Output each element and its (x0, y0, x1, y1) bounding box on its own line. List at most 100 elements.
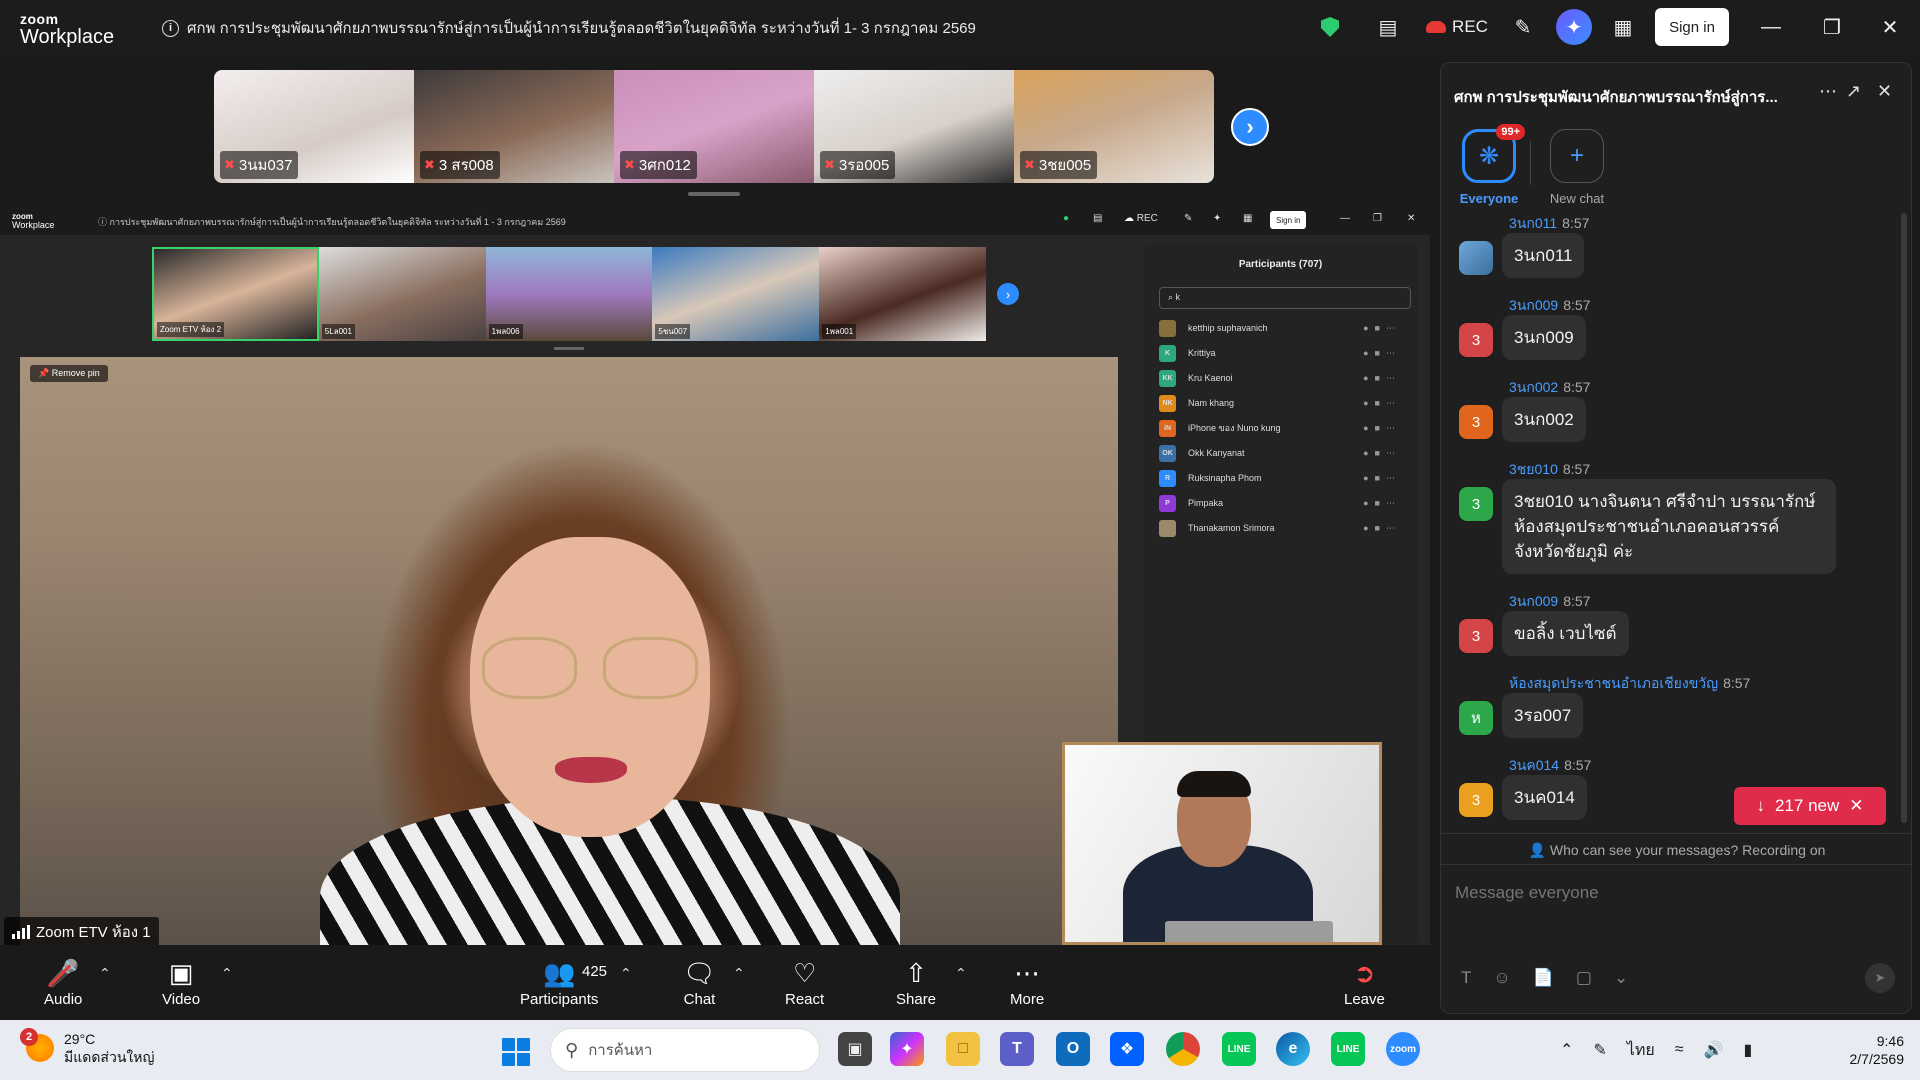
send-icon[interactable]: ➤ (1865, 963, 1895, 993)
pop-out-icon[interactable]: ↗ (1846, 81, 1861, 102)
dropbox-icon[interactable]: ❖ (1110, 1032, 1144, 1066)
shared-tile-name: 1พล001 (822, 324, 857, 339)
message-time: 8:57 (1563, 593, 1591, 609)
shared-participant-row: KK Kru Kaenoi ●■⋯ (1159, 367, 1409, 389)
message-input[interactable] (1455, 873, 1895, 913)
close-chat-icon[interactable]: ✕ (1877, 81, 1892, 102)
chat-button[interactable]: 🗨 Chat (683, 955, 716, 1009)
shared-video-tile: Zoom ETV ห้อง 2 (152, 247, 319, 341)
emoji-icon[interactable]: ☺ (1493, 968, 1510, 988)
floating-video-tile[interactable] (1062, 742, 1382, 945)
message-sender: 3นค014 (1509, 757, 1560, 773)
file-explorer-icon[interactable]: □ (946, 1032, 980, 1066)
cloud-recording-indicator[interactable]: REC (1416, 0, 1498, 54)
gallery-strip: ✖ 3นม037 ✖ 3 สร008 ✖ 3ศก012 ✖ 3รอ005 ✖ 3ชย005 (214, 70, 1214, 183)
shared-screen: zoom Workplace ⓘ การประชุมพัฒนาศักยภาพบร… (0, 205, 1430, 945)
outlook-icon[interactable]: O (1056, 1032, 1090, 1066)
shared-sign-in: Sign in (1270, 211, 1307, 229)
pinned-speaker-video[interactable]: 📌 Remove pin (20, 357, 1118, 945)
participant-name: Ruksinapha Phom (1188, 473, 1262, 483)
security-shield-icon[interactable] (1300, 0, 1360, 54)
video-tile[interactable]: ✖ 3 สร008 (414, 70, 614, 183)
dismiss-new-icon[interactable]: ✕ (1849, 796, 1863, 816)
info-icon[interactable]: i (162, 19, 179, 37)
edge-icon[interactable]: e (1276, 1032, 1310, 1066)
close-window-icon[interactable]: ✕ (1860, 0, 1920, 54)
chat-options-chevron-icon[interactable]: ⌃ (733, 965, 745, 982)
audio-button[interactable]: 🎤 Audio (44, 955, 82, 1009)
video-tile[interactable]: ✖ 3ชย005 (1014, 70, 1214, 183)
gallery-resize-handle[interactable] (688, 192, 740, 196)
teams-icon[interactable]: T (1000, 1032, 1034, 1066)
ai-companion-button[interactable]: ✦ (1548, 0, 1600, 54)
windows-start-icon[interactable] (502, 1038, 530, 1066)
title-bar-actions: ▤ REC ✎ ✦ ▦ Sign in — ❐ ✕ (1300, 0, 1920, 54)
participants-options-chevron-icon[interactable]: ⌃ (620, 965, 632, 982)
more-button[interactable]: ⋯ More (1010, 955, 1044, 1009)
volume-icon[interactable]: 🔊 (1704, 1040, 1724, 1060)
screenshot-icon[interactable]: ▢ (1576, 968, 1592, 988)
message-bubble: 3นก011 (1502, 233, 1585, 278)
chat-scrollbar[interactable] (1901, 213, 1907, 823)
react-button[interactable]: ♡ React (785, 955, 824, 1009)
video-tile[interactable]: ✖ 3รอ005 (814, 70, 1014, 183)
chat-more-icon[interactable]: ⋯ (1819, 81, 1837, 102)
battery-icon[interactable]: ▮ (1743, 1040, 1752, 1060)
shared-logo-workplace: Workplace (12, 220, 55, 230)
whiteboard-pen-icon[interactable]: ✎ (1498, 0, 1548, 54)
shared-video-tile: 5ชน007 (652, 247, 820, 341)
chat-label: Chat (683, 991, 716, 1008)
message-bubble: 3นก002 (1502, 397, 1586, 442)
notes-icon[interactable]: ▤ (1360, 0, 1416, 54)
cloud-record-icon (1426, 21, 1447, 33)
video-button[interactable]: ▣ Video (162, 955, 200, 1009)
share-button[interactable]: ⇧ Share (896, 955, 936, 1009)
participants-label: Participants (520, 991, 599, 1008)
apps-grid-icon[interactable]: ▦ (1600, 0, 1646, 54)
sign-in-button[interactable]: Sign in (1655, 8, 1729, 46)
participant-avatar: K (1159, 344, 1176, 362)
line-icon[interactable]: LINE (1222, 1032, 1256, 1066)
line-icon[interactable]: LINE (1331, 1032, 1365, 1066)
message-visibility-note[interactable]: 👤 Who can see your messages? Recording o… (1441, 833, 1911, 865)
video-tile[interactable]: ✖ 3นม037 (214, 70, 414, 183)
new-messages-button[interactable]: ↓ 217 new ✕ (1734, 787, 1886, 825)
tab-everyone[interactable]: ❋ 99+ Everyone (1449, 124, 1529, 206)
shared-gallery-strip: Zoom ETV ห้อง 2 5Lล001 1พล006 5ชน007 1พล… (152, 247, 986, 341)
restore-icon[interactable]: ❐ (1804, 0, 1860, 54)
shared-rec-indicator: ☁ REC (1124, 213, 1158, 224)
meeting-title[interactable]: i ศกพ การประชุมพัฒนาศักยภาพบรรณารักษ์สู่… (162, 16, 976, 40)
shared-title-bar: zoom Workplace ⓘ การประชุมพัฒนาศักยภาพบร… (0, 205, 1430, 235)
more-tools-chevron-icon[interactable]: ⌄ (1614, 968, 1628, 988)
task-view-icon[interactable]: ▣ (838, 1032, 872, 1066)
gallery-next-icon[interactable]: › (1231, 108, 1269, 146)
zoom-taskbar-icon[interactable]: zoom (1386, 1032, 1420, 1066)
taskbar-search[interactable]: ⚲ การค้นหา (550, 1028, 820, 1072)
tab-everyone-label: Everyone (1459, 191, 1519, 206)
share-options-chevron-icon[interactable]: ⌃ (955, 965, 967, 982)
message-header: 3นก011 8:57 (1509, 213, 1589, 235)
language-indicator[interactable]: ไทย (1627, 1038, 1655, 1063)
shared-strip-handle (554, 347, 584, 350)
text-format-icon[interactable]: T (1461, 968, 1471, 988)
tab-new-chat[interactable]: + New chat (1537, 129, 1617, 206)
file-icon[interactable]: 📄 (1533, 968, 1554, 988)
leave-button[interactable]: ➲ Leave (1344, 955, 1385, 1009)
taskbar-clock[interactable]: 9:46 2/7/2569 (1800, 1032, 1905, 1068)
video-tile[interactable]: ✖ 3ศก012 (614, 70, 814, 183)
shared-shield-icon: ● (1063, 213, 1070, 224)
minimize-icon[interactable]: — (1738, 0, 1804, 54)
shared-tile-name: Zoom ETV ห้อง 2 (157, 322, 225, 337)
chevron-up-icon[interactable]: ⌃ (1560, 1040, 1573, 1060)
shared-participant-row: K Krittiya ●■⋯ (1159, 342, 1409, 364)
participants-icon: 👥 (543, 957, 576, 988)
wifi-icon[interactable]: ≈ (1675, 1041, 1684, 1059)
chrome-icon[interactable] (1166, 1032, 1200, 1066)
copilot-icon[interactable]: ✦ (890, 1032, 924, 1066)
weather-widget[interactable]: 2 29°C มีแดดส่วนใหญ่ (20, 1028, 154, 1066)
network-pen-icon[interactable]: ✎ (1593, 1040, 1606, 1060)
mic-muted-icon: 🎤 (47, 955, 79, 991)
audio-options-chevron-icon[interactable]: ⌃ (99, 965, 111, 982)
message-sender: 3นก002 (1509, 379, 1559, 395)
video-options-chevron-icon[interactable]: ⌃ (221, 965, 233, 982)
